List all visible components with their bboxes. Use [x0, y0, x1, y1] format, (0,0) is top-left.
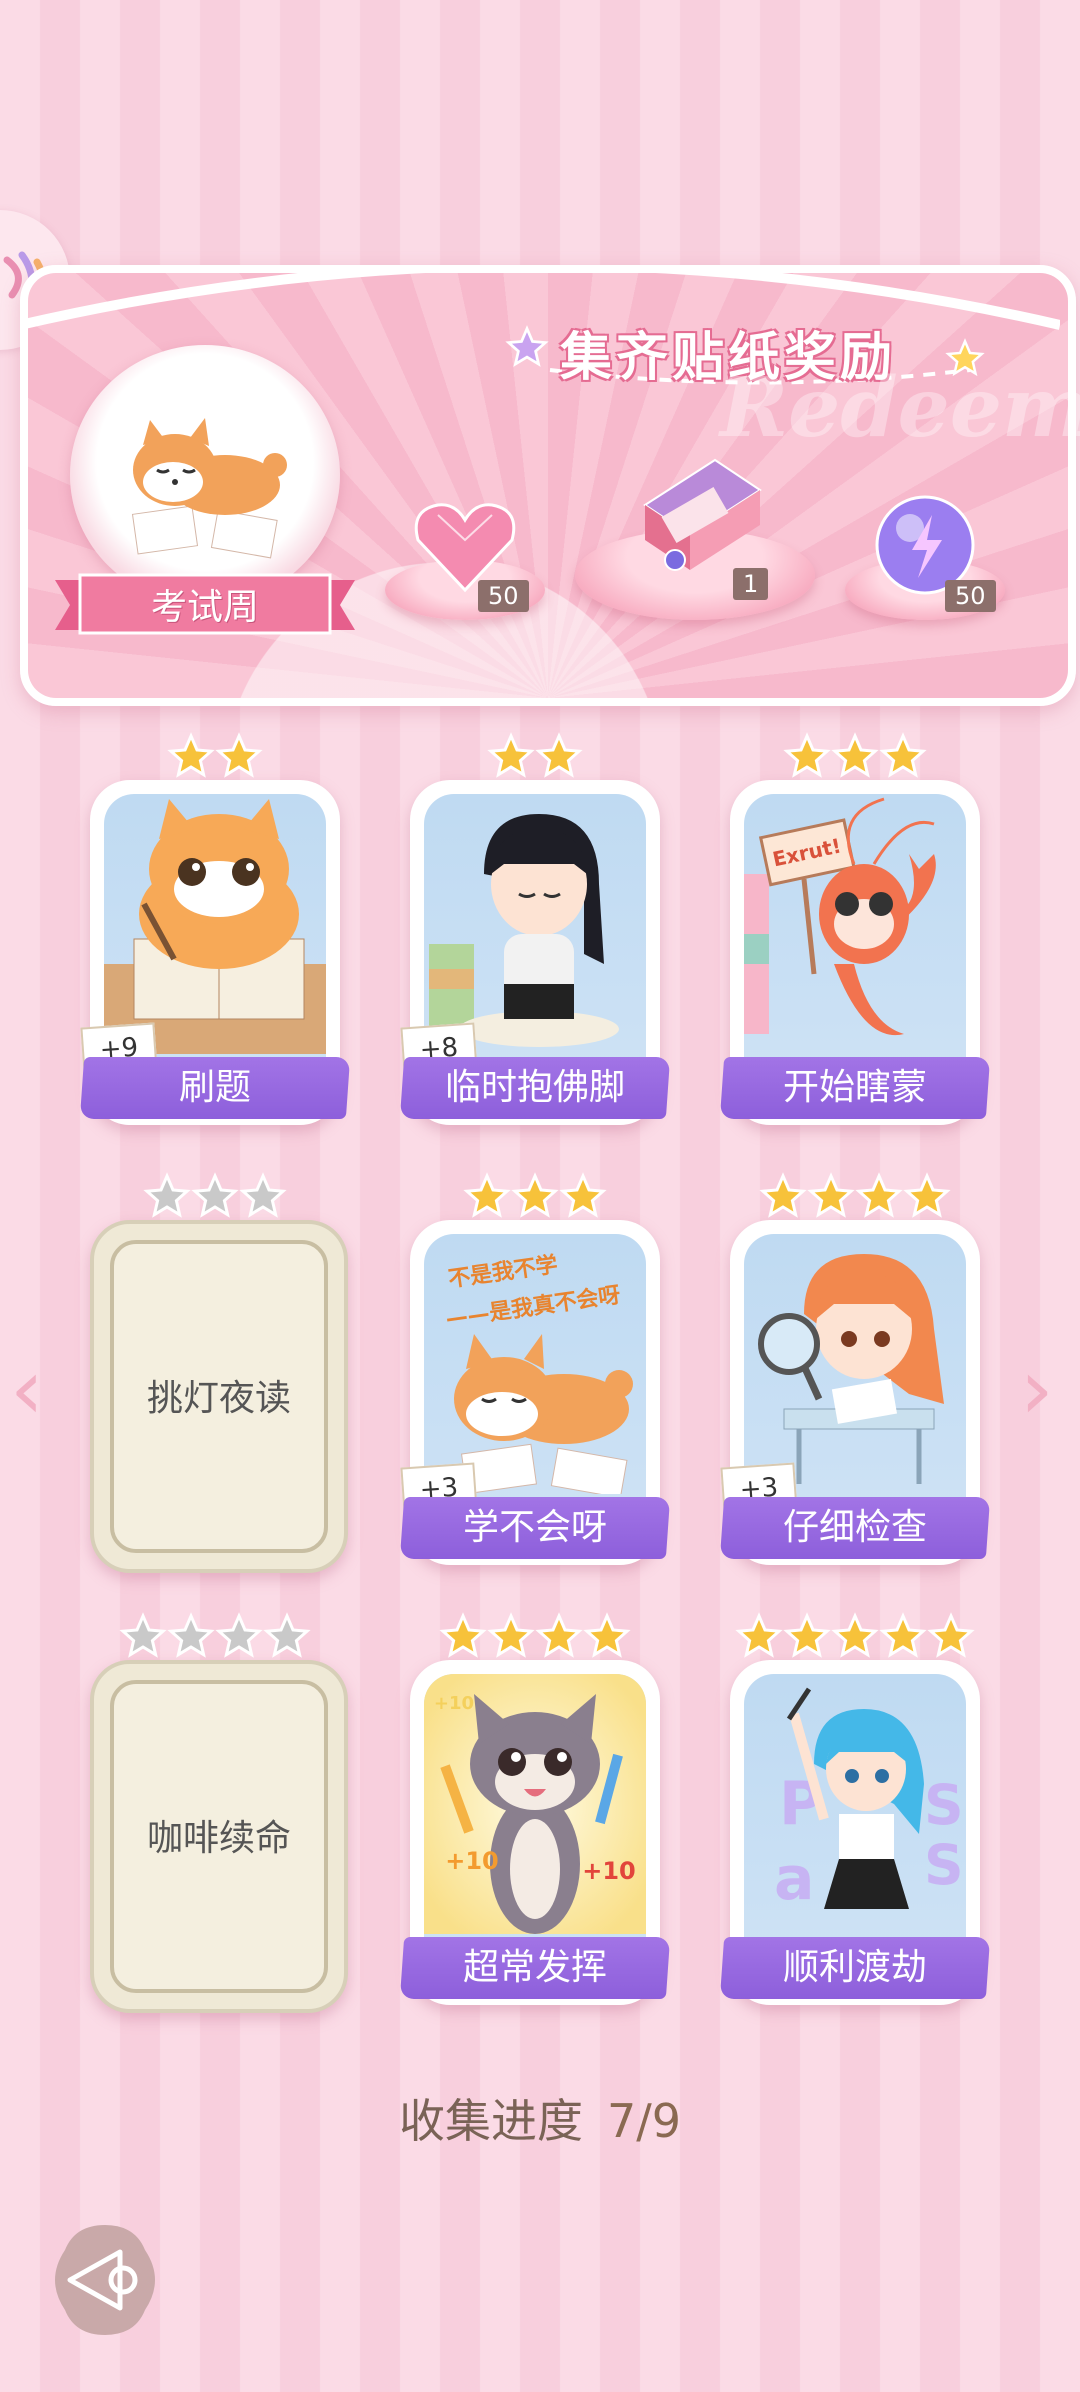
back-button[interactable]	[45, 2220, 165, 2340]
gold-star-icon	[945, 338, 985, 377]
rarity-stars	[463, 1172, 607, 1220]
star-icon	[831, 1612, 879, 1658]
svg-text:a: a	[774, 1844, 815, 1914]
shiba-dog-icon	[131, 418, 287, 559]
svg-text:+10: +10	[434, 1693, 474, 1714]
star-icon	[167, 732, 215, 778]
rarity-stars	[439, 1612, 631, 1660]
theme-label: 考试周	[150, 587, 259, 628]
svg-text:+10: +10	[582, 1857, 636, 1885]
progress-label: 收集进度	[398, 2094, 583, 2148]
reward-count-badge: 1	[733, 568, 769, 600]
sticker-name: 刷题	[178, 1067, 251, 1108]
star-icon	[783, 1612, 831, 1658]
sticker-card[interactable]: Exrut! 开始瞎蒙	[719, 780, 991, 1125]
collection-progress: 收集进度 7/9	[0, 2085, 1080, 2151]
sticker-name: 开始瞎蒙	[782, 1067, 927, 1108]
star-icon	[191, 1172, 239, 1218]
sticker-name-bar: 临时抱佛脚	[399, 1057, 671, 1119]
reward-count-badge: 50	[945, 580, 996, 612]
gift-box-icon[interactable]	[620, 450, 770, 580]
sticker-name: 超常发挥	[462, 1947, 607, 1988]
svg-text:S: S	[924, 1833, 964, 1897]
star-icon	[535, 1612, 583, 1658]
rarity-stars	[759, 1172, 951, 1220]
star-icon	[903, 1172, 951, 1218]
sticker-card[interactable]: 不是我不学 ——是我真不会呀 +3 学不会呀	[399, 1220, 671, 1565]
sticker-name: 挑灯夜读	[146, 1378, 291, 1419]
star-icon	[559, 1172, 607, 1218]
sticker-card[interactable]: +3 仔细检查	[719, 1220, 991, 1565]
star-icon	[927, 1612, 975, 1658]
star-icon	[119, 1612, 167, 1658]
sticker-card[interactable]: 挑灯夜读	[90, 1220, 348, 1573]
star-icon	[487, 732, 535, 778]
next-page-arrow-icon[interactable]: ›	[1020, 1340, 1054, 1438]
star-icon	[535, 732, 583, 778]
sticker-name-bar: 开始瞎蒙	[719, 1057, 991, 1119]
svg-text:不是我不学: 不是我不学	[447, 1252, 560, 1293]
sticker-name-bar: 刷题	[79, 1057, 351, 1119]
star-icon	[759, 1172, 807, 1218]
star-icon	[807, 1172, 855, 1218]
star-icon	[239, 1172, 287, 1218]
redeem-watermark: Redeem	[720, 360, 1080, 456]
star-icon	[511, 1172, 559, 1218]
sticker-card[interactable]: +10 +10 +10 超常发挥	[399, 1660, 671, 2005]
sticker-card[interactable]: 咖啡续命	[90, 1660, 348, 2013]
star-icon	[463, 1172, 511, 1218]
sticker-name: 顺利渡劫	[782, 1947, 927, 1988]
sticker-name-bar: 超常发挥	[399, 1937, 671, 1999]
star-icon	[583, 1612, 631, 1658]
star-icon	[439, 1612, 487, 1658]
sticker-card[interactable]: +9 刷题	[79, 780, 351, 1125]
star-icon	[215, 732, 263, 778]
star-icon	[855, 1172, 903, 1218]
star-icon	[879, 732, 927, 778]
star-icon	[263, 1612, 311, 1658]
sticker-name-bar: 学不会呀	[399, 1497, 671, 1559]
star-icon	[879, 1612, 927, 1658]
svg-text:+10: +10	[445, 1847, 499, 1875]
sticker-card[interactable]: Pa S S 顺利渡劫	[719, 1660, 991, 2005]
sticker-name: 仔细检查	[782, 1507, 927, 1548]
progress-value: 7/9	[606, 2094, 682, 2148]
rarity-stars	[735, 1612, 975, 1660]
star-icon	[783, 732, 831, 778]
star-icon	[167, 1612, 215, 1658]
rarity-stars	[119, 1612, 311, 1660]
svg-text:S: S	[924, 1773, 964, 1837]
star-icon	[735, 1612, 783, 1658]
rarity-stars	[487, 732, 583, 780]
sticker-name-bar: 顺利渡劫	[719, 1937, 991, 1999]
star-icon	[143, 1172, 191, 1218]
rarity-stars	[143, 1172, 287, 1220]
star-icon	[215, 1612, 263, 1658]
sticker-card[interactable]: +8 临时抱佛脚	[399, 780, 671, 1125]
sticker-name: 临时抱佛脚	[444, 1067, 625, 1108]
sticker-name: 咖啡续命	[146, 1818, 291, 1859]
rarity-stars	[167, 732, 263, 780]
sticker-name-bar: 仔细检查	[719, 1497, 991, 1559]
reward-count-badge: 50	[478, 580, 529, 612]
rarity-stars	[783, 732, 927, 780]
sticker-name: 学不会呀	[462, 1507, 607, 1548]
prev-page-arrow-icon[interactable]: ‹	[10, 1340, 44, 1438]
star-icon	[831, 732, 879, 778]
purple-star-icon	[505, 325, 549, 367]
star-icon	[487, 1612, 535, 1658]
